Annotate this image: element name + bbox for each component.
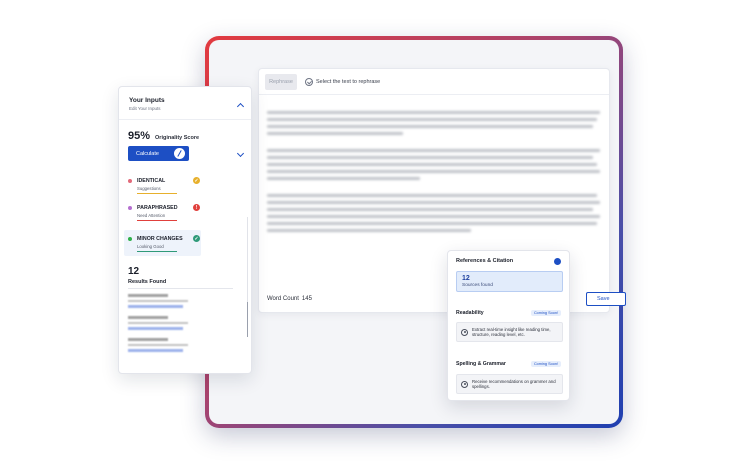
editor-toolbar: Rephrase Select the text to rephrase xyxy=(259,69,609,95)
category-name: IDENTICAL xyxy=(137,178,166,184)
calculate-label: Calculate xyxy=(136,150,159,157)
insight-icon xyxy=(461,328,468,336)
originality-score: 95% Originality Score xyxy=(128,130,199,142)
divider xyxy=(128,288,233,289)
category-name: PARAPHRASED xyxy=(137,205,178,211)
word-count: Word Count 145 xyxy=(267,296,312,302)
word-count-value: 145 xyxy=(301,296,312,302)
category-status: Suggestions xyxy=(137,186,161,191)
results-label: Results Found xyxy=(128,279,167,285)
inputs-title: Your Inputs xyxy=(129,97,165,104)
references-title: References & Citation xyxy=(456,258,514,264)
category-bar xyxy=(137,193,177,195)
spelling-title: Spelling & Grammar xyxy=(456,361,506,367)
scrollbar-thumb[interactable] xyxy=(246,302,248,337)
sources-label: Sources found xyxy=(462,283,493,288)
inputs-header[interactable]: Your Inputs Edit Your Inputs xyxy=(119,87,251,120)
readability-title: Readability xyxy=(456,310,484,316)
toggle-icon[interactable] xyxy=(554,258,561,265)
rephrase-button[interactable]: Rephrase xyxy=(265,73,297,90)
spelling-box: Receive recommendations on grammer and s… xyxy=(456,374,563,394)
score-value: 95% xyxy=(128,130,151,142)
category-status: Looking Good xyxy=(137,244,164,249)
result-item[interactable] xyxy=(128,316,188,330)
editor-text-area[interactable] xyxy=(267,111,607,236)
spelling-text: Receive recommendations on grammer and s… xyxy=(472,378,556,389)
category-minor-changes[interactable]: MINOR CHANGES Looking Good ✓ xyxy=(128,235,200,253)
category-dot xyxy=(128,206,132,210)
chevron-down-icon[interactable] xyxy=(236,149,245,158)
category-dot xyxy=(128,237,132,241)
sources-count: 12 xyxy=(462,275,470,282)
category-paraphrased[interactable]: PARAPHRASED Need Attention ! xyxy=(128,204,200,222)
rephrase-hint-text: Select the text to rephrase xyxy=(316,78,381,85)
category-bar xyxy=(137,251,177,253)
coming-soon-badge: Coming Soon! xyxy=(530,361,561,367)
results-count: 12 xyxy=(128,266,140,277)
check-circle-icon xyxy=(305,77,313,86)
category-bar xyxy=(137,220,177,222)
category-status: Need Attention xyxy=(137,213,166,218)
readability-text: Extract real-time insight like reading t… xyxy=(472,326,551,337)
category-dot xyxy=(128,179,132,183)
check-badge-icon: ✓ xyxy=(193,177,200,184)
sources-box[interactable]: 12 Sources found xyxy=(456,271,563,292)
category-identical[interactable]: IDENTICAL Suggestions ✓ xyxy=(128,177,200,195)
pen-icon xyxy=(174,148,185,159)
category-name: MINOR CHANGES xyxy=(137,236,183,242)
alert-badge-icon: ! xyxy=(193,204,200,211)
result-item[interactable] xyxy=(128,338,188,352)
word-count-label: Word Count xyxy=(267,296,299,302)
score-label: Originality Score xyxy=(155,135,200,141)
inputs-panel: Your Inputs Edit Your Inputs 95% Origina… xyxy=(118,86,252,374)
rephrase-hint: Select the text to rephrase xyxy=(305,77,381,86)
coming-soon-badge: Coming Soon! xyxy=(530,310,561,316)
result-item[interactable] xyxy=(128,294,188,308)
readability-box: Extract real-time insight like reading t… xyxy=(456,322,563,342)
check-badge-icon: ✓ xyxy=(193,235,200,242)
calculate-button[interactable]: Calculate xyxy=(128,146,189,161)
inputs-subtitle: Edit Your Inputs xyxy=(129,106,161,111)
grammar-icon xyxy=(461,380,468,388)
references-card: References & Citation 12 Sources found R… xyxy=(447,250,570,401)
save-button[interactable]: Save xyxy=(586,292,626,306)
